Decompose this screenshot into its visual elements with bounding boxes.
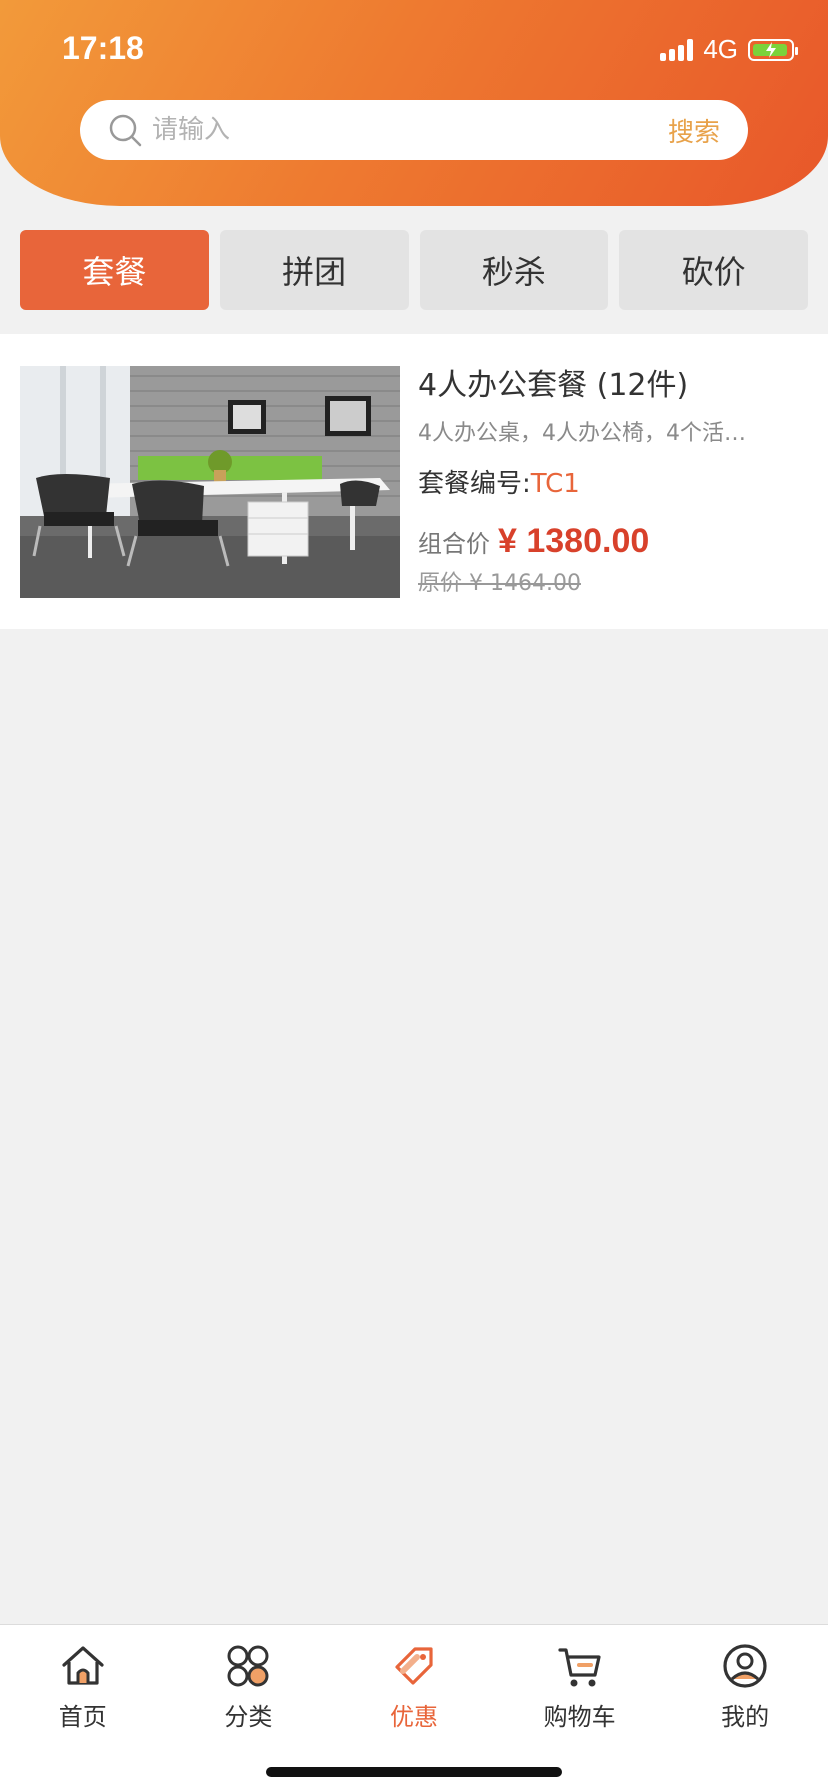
product-code-row: 套餐编号:TC1 [418, 463, 808, 500]
network-label: 4G [703, 34, 738, 64]
product-description: 4人办公桌，4人办公椅，4个活… [418, 421, 746, 446]
search-bar: 搜索 [80, 100, 748, 160]
nav-item-category[interactable]: 分类 [166, 1641, 332, 1735]
home-indicator[interactable] [266, 1767, 562, 1777]
nav-label-cart: 购物车 [543, 1703, 616, 1731]
signal-icon [660, 38, 694, 61]
header: 17:18 4G 搜索 [0, 0, 828, 206]
category-icon [227, 1645, 269, 1687]
price-label: 组合价 [418, 530, 490, 558]
nav-label-profile: 我的 [721, 1703, 770, 1731]
nav-item-profile[interactable]: 我的 [662, 1641, 828, 1735]
product-price: ¥ 1380.00 [498, 522, 650, 560]
nav-item-cart[interactable]: 购物车 [497, 1641, 663, 1735]
promo-tabs: 套餐 拼团 秒杀 砍价 [20, 230, 808, 310]
product-price-row: 组合价 ¥ 1380.00 [418, 522, 808, 561]
search-button[interactable]: 搜索 [668, 112, 720, 149]
nav-item-discount[interactable]: 优惠 [331, 1641, 497, 1735]
product-info: 4人办公套餐 (12件) 4人办公桌，4人办公椅，4个活… 套餐编号:TC1 组… [418, 366, 808, 597]
home-icon [62, 1646, 104, 1685]
product-card[interactable]: 4人办公套餐 (12件) 4人办公桌，4人办公椅，4个活… 套餐编号:TC1 组… [0, 334, 828, 629]
tab-group-buy[interactable]: 拼团 [219, 230, 409, 310]
search-icon [109, 114, 142, 147]
tab-bargain[interactable]: 砍价 [619, 230, 808, 310]
nav-label-category: 分类 [224, 1703, 273, 1731]
product-title: 4人办公套餐 (12件) [418, 368, 689, 403]
product-code-label: 套餐编号: [418, 469, 531, 499]
product-code: TC1 [530, 469, 580, 499]
tab-package[interactable]: 套餐 [20, 230, 209, 310]
user-icon [723, 1644, 767, 1688]
cart-icon [557, 1648, 601, 1687]
nav-label-home: 首页 [58, 1703, 107, 1731]
bottom-nav: 首页 分类 优惠 购物车 我的 [0, 1624, 828, 1792]
nav-item-home[interactable]: 首页 [0, 1641, 166, 1735]
status-time: 17:18 [62, 30, 144, 66]
status-bar-right: 4G [660, 34, 798, 65]
discount-tag-icon [395, 1647, 433, 1685]
nav-label-discount: 优惠 [389, 1703, 438, 1731]
original-price: 原价 ¥ 1464.00 [418, 571, 581, 596]
product-image [20, 366, 400, 598]
search-input[interactable] [152, 115, 668, 145]
battery-icon [748, 38, 798, 61]
tab-flash-sale[interactable]: 秒杀 [419, 230, 609, 310]
